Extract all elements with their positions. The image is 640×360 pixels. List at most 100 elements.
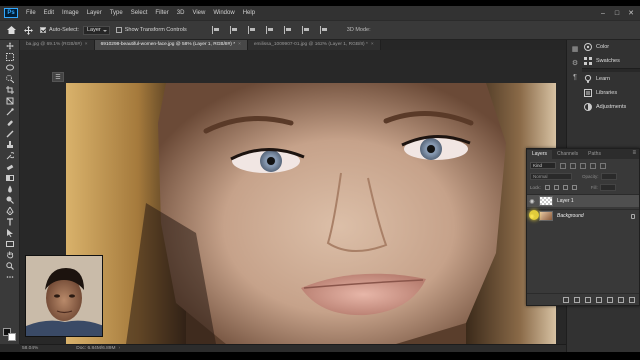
hand-tool-icon[interactable] xyxy=(3,250,17,260)
type-filter-icon[interactable] xyxy=(580,162,586,169)
lightbulb-icon xyxy=(584,75,592,83)
panel-label: Color xyxy=(596,44,610,50)
adjustment-layer-icon[interactable] xyxy=(596,296,602,303)
status-arrow-icon[interactable]: › xyxy=(118,346,120,351)
zoom-tool-icon[interactable] xyxy=(3,261,17,271)
new-group-icon[interactable] xyxy=(607,296,613,303)
layer-row-layer-1[interactable]: ◉ Layer 1 xyxy=(527,194,639,207)
lasso-tool-icon[interactable] xyxy=(3,63,17,73)
align-bottom-icon[interactable] xyxy=(301,26,310,34)
tab-document-3[interactable]: emilissa_1009907-01.jpg @ 162% (Layer 1,… xyxy=(247,40,381,50)
kind-filter-dropdown[interactable]: Kind xyxy=(530,162,556,169)
opacity-input[interactable] xyxy=(600,173,617,180)
menu-edit[interactable]: Edit xyxy=(40,10,58,16)
minimize-icon[interactable]: – xyxy=(596,6,610,20)
transform-controls-checkbox[interactable] xyxy=(115,27,122,33)
delete-layer-icon[interactable] xyxy=(629,296,635,303)
menu-help[interactable]: Help xyxy=(239,10,259,16)
tab-paths[interactable]: Paths xyxy=(583,150,606,159)
lock-image-icon[interactable] xyxy=(553,185,559,190)
tab-label: emilissa_1009907-01.jpg @ 162% (Layer 1,… xyxy=(253,42,368,47)
quick-select-tool-icon[interactable] xyxy=(3,74,17,84)
marquee-tool-icon[interactable] xyxy=(3,52,17,62)
lock-transparent-icon[interactable] xyxy=(544,185,550,190)
type-tool-icon[interactable] xyxy=(3,217,17,227)
menu-3d[interactable]: 3D xyxy=(173,10,189,16)
menu-window[interactable]: Window xyxy=(209,10,238,16)
move-tool-icon[interactable] xyxy=(22,24,34,36)
menu-file[interactable]: File xyxy=(22,10,40,16)
history-panel-icon[interactable]: ▦ xyxy=(570,44,580,54)
new-layer-icon[interactable] xyxy=(618,296,624,303)
rectangle-tool-icon[interactable] xyxy=(3,239,17,249)
crop-tool-icon[interactable] xyxy=(3,85,17,95)
history-brush-tool-icon[interactable] xyxy=(3,151,17,161)
properties-toggle-icon[interactable]: ☰ xyxy=(52,72,64,82)
blur-tool-icon[interactable] xyxy=(3,184,17,194)
clone-stamp-tool-icon[interactable] xyxy=(3,140,17,150)
eyedropper-tool-icon[interactable] xyxy=(3,107,17,117)
align-right-icon[interactable] xyxy=(247,26,256,34)
gradient-tool-icon[interactable] xyxy=(3,173,17,183)
close-icon[interactable]: × xyxy=(371,42,374,47)
add-mask-icon[interactable] xyxy=(585,296,591,303)
healing-brush-tool-icon[interactable] xyxy=(3,118,17,128)
frame-tool-icon[interactable] xyxy=(3,96,17,106)
properties-panel-icon[interactable]: ⚙ xyxy=(570,58,580,68)
paragraph-panel-icon[interactable]: ¶ xyxy=(570,72,580,82)
distribute-icon[interactable] xyxy=(319,26,328,34)
more-tools-icon[interactable] xyxy=(3,272,17,282)
close-icon[interactable]: × xyxy=(238,42,241,47)
tab-label: ba.jpg @ 69.1% (RGB/8#) xyxy=(26,42,82,47)
maximize-icon[interactable]: □ xyxy=(610,6,624,20)
auto-select-dropdown[interactable]: Layer xyxy=(82,25,110,35)
align-middle-icon[interactable] xyxy=(283,26,292,34)
align-left-icon[interactable] xyxy=(211,26,220,34)
layer-row-background[interactable]: ◉ Background xyxy=(527,209,639,222)
background-color-swatch[interactable] xyxy=(8,333,16,341)
align-top-icon[interactable] xyxy=(265,26,274,34)
panel-swatches[interactable]: Swatches xyxy=(582,54,640,68)
layer-style-icon[interactable] xyxy=(574,296,580,303)
home-icon[interactable] xyxy=(5,24,17,36)
shape-filter-icon[interactable] xyxy=(590,162,596,169)
link-layers-icon[interactable] xyxy=(563,296,569,303)
menu-filter[interactable]: Filter xyxy=(151,10,172,16)
lock-label: Lock: xyxy=(530,185,541,190)
lock-position-icon[interactable] xyxy=(562,185,568,190)
eraser-tool-icon[interactable] xyxy=(3,162,17,172)
fill-input[interactable] xyxy=(599,184,616,191)
panel-color[interactable]: Color xyxy=(582,40,640,54)
menu-layer[interactable]: Layer xyxy=(83,10,106,16)
menu-select[interactable]: Select xyxy=(127,10,152,16)
panel-adjustments[interactable]: Adjustments xyxy=(582,100,640,114)
panel-libraries[interactable]: Libraries xyxy=(582,86,640,100)
blend-mode-dropdown[interactable]: Normal xyxy=(530,173,572,180)
visibility-eye-icon[interactable]: ◉ xyxy=(527,196,537,206)
dodge-tool-icon[interactable] xyxy=(3,195,17,205)
menu-type[interactable]: Type xyxy=(106,10,127,16)
menu-image[interactable]: Image xyxy=(58,10,83,16)
close-icon[interactable]: ✕ xyxy=(624,6,638,20)
auto-select-checkbox[interactable] xyxy=(40,27,46,33)
tab-layers[interactable]: Layers xyxy=(527,150,553,159)
zoom-level[interactable]: 58.04% xyxy=(22,346,38,351)
tab-document-1[interactable]: ba.jpg @ 69.1% (RGB/8#) × xyxy=(20,40,95,50)
brush-tool-icon[interactable] xyxy=(3,129,17,139)
color-wheel-icon xyxy=(584,43,592,51)
tab-document-2[interactable]: 6910298-beautiful-women-face.jpg @ 58% (… xyxy=(94,40,248,50)
canvas-image-woman-face[interactable] xyxy=(66,83,556,344)
path-selection-tool-icon[interactable] xyxy=(3,228,17,238)
lock-all-icon[interactable] xyxy=(571,185,577,190)
smart-object-filter-icon[interactable] xyxy=(600,162,606,169)
panel-learn[interactable]: Learn xyxy=(582,72,640,86)
pixel-filter-icon[interactable] xyxy=(560,162,566,169)
adjustment-filter-icon[interactable] xyxy=(570,162,576,169)
menu-view[interactable]: View xyxy=(188,10,209,16)
move-tool-icon[interactable] xyxy=(3,41,17,51)
close-icon[interactable]: × xyxy=(85,42,88,47)
tab-channels[interactable]: Channels xyxy=(552,150,583,159)
pen-tool-icon[interactable] xyxy=(3,206,17,216)
panel-menu-icon[interactable]: ≡ xyxy=(632,150,636,156)
align-center-icon[interactable] xyxy=(229,26,238,34)
